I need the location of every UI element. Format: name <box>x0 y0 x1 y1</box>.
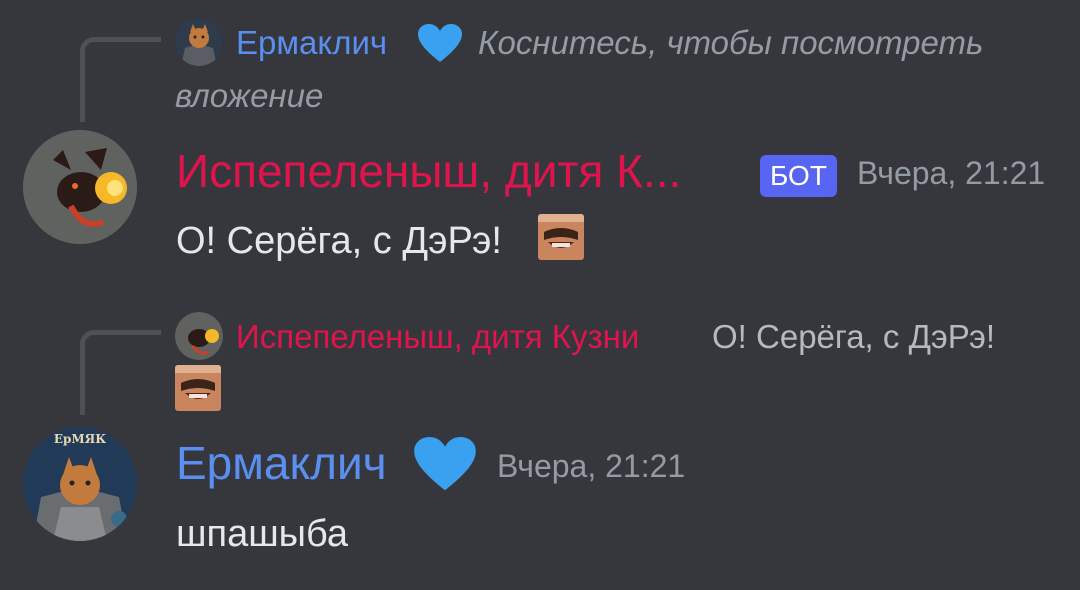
reply-avatar-dragon[interactable] <box>175 312 223 360</box>
reply-author-name[interactable]: Испепеленыш, дитя Кузни <box>236 318 639 356</box>
message-timestamp: Вчера, 21:21 <box>857 155 1046 191</box>
reply-author-name[interactable]: Ермаклич <box>236 24 387 62</box>
reply-attachment-hint[interactable]: Коснитесь, чтобы посмотреть <box>478 24 983 62</box>
author-avatar-cat-knight[interactable]: ЕрМЯК <box>23 427 137 541</box>
message-text: О! Серёга, с ДэРэ! <box>176 220 502 262</box>
bot-badge: БОТ <box>760 155 837 197</box>
reply-connector-2 <box>80 330 161 415</box>
message-timestamp: Вчера, 21:21 <box>497 448 686 484</box>
avatar-caption: ЕрМЯК <box>54 432 106 446</box>
laughing-man-emoji[interactable] <box>175 365 221 411</box>
blue-heart-icon <box>414 437 476 491</box>
author-name[interactable]: Испепеленыш, дитя К... <box>176 144 681 198</box>
laughing-man-emoji[interactable] <box>538 214 584 260</box>
reply-attachment-hint-line2[interactable]: вложение <box>175 77 323 115</box>
reply-connector-1 <box>80 37 161 122</box>
blue-heart-icon <box>418 24 462 62</box>
message-text: шпашыба <box>176 513 349 555</box>
chat-view: Ермаклич Коснитесь, чтобы посмотреть вло… <box>0 0 1080 590</box>
reply-preview-text[interactable]: О! Серёга, с ДэРэ! <box>712 318 995 356</box>
author-avatar-dragon[interactable] <box>23 130 137 244</box>
reply-avatar-cat-knight[interactable] <box>175 18 223 66</box>
author-name[interactable]: Ермаклич <box>176 436 387 490</box>
